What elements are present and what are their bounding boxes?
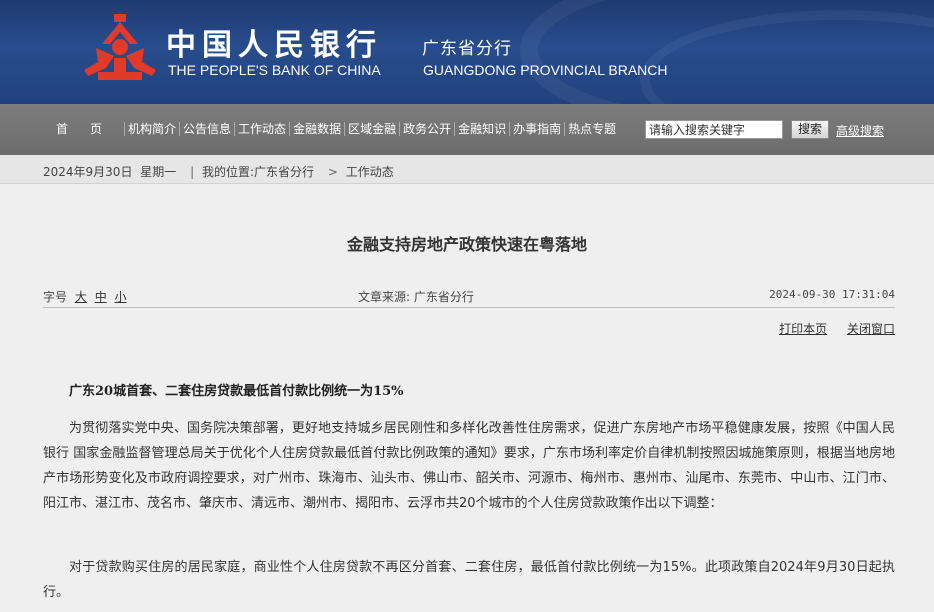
- article-meta: 字号 大 中 小 文章来源: 广东省分行 2024-09-30 17:31:04: [43, 288, 895, 308]
- article-source: 文章来源: 广东省分行: [358, 290, 474, 304]
- search-input[interactable]: [645, 120, 783, 139]
- pboc-logo-icon[interactable]: [84, 14, 156, 84]
- breadcrumb-link-branch[interactable]: 广东省分行: [254, 165, 314, 179]
- nav-item-government-affairs[interactable]: 政务公开: [400, 122, 456, 136]
- nav-item-financial-knowledge[interactable]: 金融知识: [455, 122, 511, 136]
- article-subheading: 广东20城首套、二套住房贷款最低首付款比例统一为15%: [69, 384, 404, 399]
- font-size-selector: 字号 大 中 小: [43, 288, 127, 305]
- bank-name-en: THE PEOPLE'S BANK OF CHINA: [168, 62, 381, 78]
- breadcrumb: 2024年9月30日 星期一 | 我的位置:广东省分行 > 工作动态: [43, 163, 398, 180]
- bank-name-cn: 中国人民银行: [166, 28, 382, 63]
- current-date: 2024年9月30日: [43, 165, 133, 179]
- font-size-medium-link[interactable]: 中: [95, 290, 107, 304]
- nav-item-hot-topics[interactable]: 热点专题: [565, 122, 619, 136]
- nav-item-service-guide[interactable]: 办事指南: [510, 122, 566, 136]
- article-container: 金融支持房地产政策快速在粤落地 字号 大 中 小 文章来源: 广东省分行 202…: [0, 185, 934, 612]
- nav-menu: 首页 机构简介 公告信息 工作动态 金融数据 区域金融 政务公开 金融知识 办事…: [42, 122, 619, 136]
- print-page-link[interactable]: 打印本页: [779, 322, 827, 336]
- close-window-link[interactable]: 关闭窗口: [847, 322, 895, 336]
- article-actions: 打印本页 关闭窗口: [763, 320, 895, 337]
- branch-name-cn: 广东省分行: [422, 39, 512, 59]
- nav-item-financial-data[interactable]: 金融数据: [290, 122, 346, 136]
- article-title: 金融支持房地产政策快速在粤落地: [346, 235, 587, 254]
- search-button[interactable]: 搜索: [791, 120, 829, 139]
- article-paragraph: 对于贷款购买住房的居民家庭，商业性个人住房贷款不再区分首套、二套住房，最低首付款…: [43, 560, 895, 600]
- nav-item-home[interactable]: 首页: [42, 122, 126, 136]
- breadcrumb-divider: |: [190, 165, 195, 179]
- nav-item-regional-finance[interactable]: 区域金融: [345, 122, 401, 136]
- breadcrumb-link-work-news[interactable]: 工作动态: [346, 165, 394, 179]
- nav-item-about[interactable]: 机构简介: [125, 122, 181, 136]
- breadcrumb-bar: 2024年9月30日 星期一 | 我的位置:广东省分行 > 工作动态: [0, 155, 934, 184]
- branch-name-en: GUANGDONG PROVINCIAL BRANCH: [423, 62, 668, 78]
- font-size-small-link[interactable]: 小: [115, 290, 127, 304]
- font-size-large-link[interactable]: 大: [75, 290, 87, 304]
- nav-item-work-news[interactable]: 工作动态: [235, 122, 291, 136]
- chevron-right-icon: >: [327, 165, 338, 179]
- article-paragraph: 为贯彻落实党中央、国务院决策部署，更好地支持城乡居民刚性和多样化改善性住房需求，…: [43, 421, 895, 511]
- site-header: 中国人民银行 广东省分行 THE PEOPLE'S BANK OF CHINA …: [0, 0, 934, 104]
- current-weekday: 星期一: [140, 165, 177, 179]
- font-size-label: 字号: [43, 290, 68, 304]
- article-datetime: 2024-09-30 17:31:04: [769, 288, 895, 301]
- advanced-search-link[interactable]: 高级搜索: [836, 122, 884, 139]
- nav-item-announcements[interactable]: 公告信息: [180, 122, 236, 136]
- location-label: 我的位置:: [202, 165, 255, 179]
